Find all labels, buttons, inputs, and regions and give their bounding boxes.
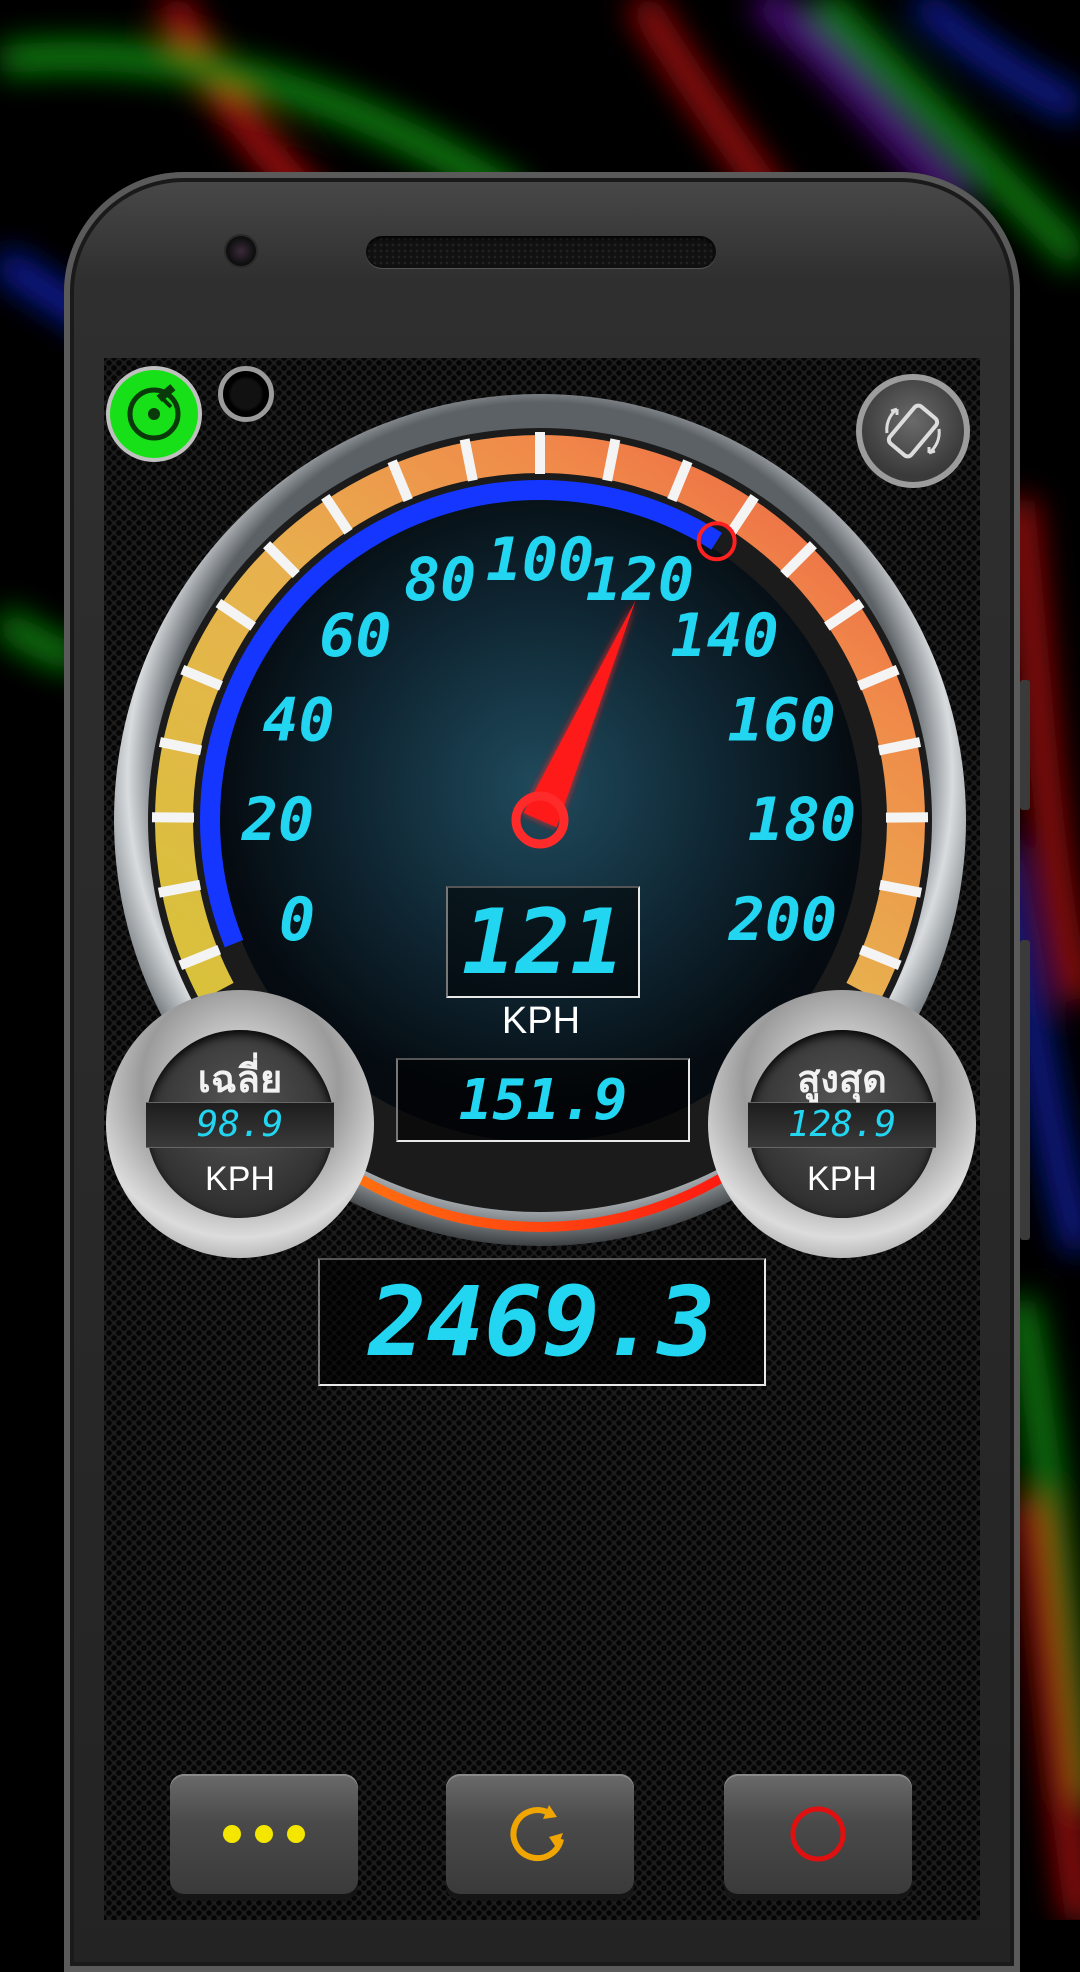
gauge-tick-label: 80 — [404, 545, 476, 615]
average-value: 98.9 — [146, 1104, 334, 1145]
gauge-tick-label: 180 — [748, 785, 856, 855]
menu-button[interactable] — [170, 1774, 358, 1894]
record-button[interactable] — [724, 1774, 912, 1894]
phone-side-button — [1020, 680, 1030, 810]
reset-refresh-icon — [505, 1799, 575, 1869]
gauge-tick-label: 100 — [486, 525, 594, 595]
max-dial-face: สูงสุด 128.9 KPH — [748, 1030, 936, 1218]
speed-unit: KPH — [476, 1000, 606, 1043]
phone-earpiece — [366, 236, 716, 268]
more-dots-icon — [214, 1819, 314, 1849]
average-dial-face: เฉลี่ย 98.9 KPH — [146, 1030, 334, 1218]
odometer-display: 2469.3 — [318, 1258, 766, 1386]
gauge-tick-label: 0 — [279, 885, 315, 955]
average-speed-dial: เฉลี่ย 98.9 KPH — [106, 990, 374, 1258]
speed-display: 121 — [446, 886, 640, 998]
max-title: สูงสุด — [748, 1048, 936, 1109]
gauge-tick-label: 140 — [670, 601, 778, 671]
average-title: เฉลี่ย — [146, 1048, 334, 1109]
gauge-tick-label: 200 — [728, 885, 837, 955]
gauge-tick-label: 160 — [727, 685, 835, 755]
max-speed-dial: สูงสุด 128.9 KPH — [708, 990, 976, 1258]
secondary-display: 151.9 — [396, 1058, 690, 1142]
max-value: 128.9 — [748, 1104, 936, 1145]
max-unit: KPH — [748, 1160, 936, 1199]
gauge-tick-label: 40 — [262, 685, 334, 755]
secondary-value: 151.9 — [459, 1068, 628, 1133]
speed-value: 121 — [462, 890, 625, 995]
odometer-value: 2469.3 — [369, 1266, 716, 1378]
phone-side-button — [1020, 940, 1030, 1240]
reset-button[interactable] — [446, 1774, 634, 1894]
gauge-tick-label: 60 — [319, 601, 391, 671]
phone-front-camera — [226, 236, 256, 266]
gauge-tick-label: 20 — [241, 785, 314, 855]
average-unit: KPH — [146, 1160, 334, 1199]
record-circle-icon — [786, 1802, 850, 1866]
